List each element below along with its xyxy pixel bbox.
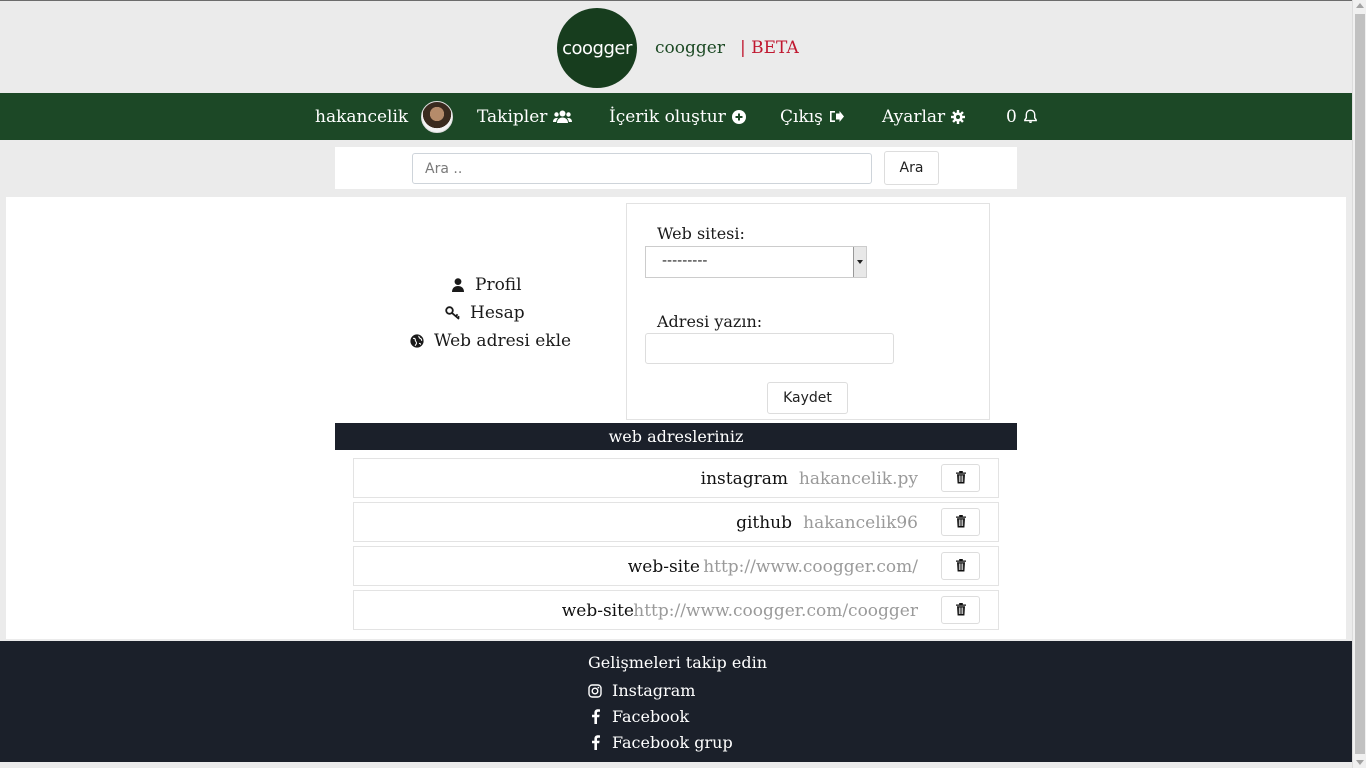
site-name: web-site bbox=[627, 557, 700, 577]
footer: Gelişmeleri takip edin Instagram Faceboo… bbox=[0, 641, 1352, 762]
menu-item-account[interactable]: Hesap bbox=[406, 299, 571, 327]
nav-username[interactable]: hakancelik bbox=[315, 93, 408, 140]
web-address-row: instagram hakancelik.py bbox=[353, 458, 999, 498]
avatar[interactable] bbox=[421, 101, 453, 133]
facebook-icon bbox=[588, 735, 602, 750]
nav-notifications[interactable]: 0 bbox=[1006, 93, 1038, 140]
nav-logout-label: Çıkış bbox=[780, 106, 823, 127]
bell-icon bbox=[1023, 109, 1038, 124]
trash-icon bbox=[955, 470, 967, 487]
web-address-row: github hakancelik96 bbox=[353, 502, 999, 542]
nav-settings[interactable]: Ayarlar bbox=[882, 93, 966, 140]
site-address[interactable]: hakancelik.py bbox=[799, 469, 918, 489]
search-input[interactable] bbox=[412, 153, 872, 184]
footer-link-label: Instagram bbox=[612, 681, 696, 700]
site-address[interactable]: http://www.coogger.com/coogger bbox=[633, 601, 918, 621]
site-name: github bbox=[736, 513, 792, 533]
footer-link-label: Facebook grup bbox=[612, 733, 733, 752]
add-web-form: Web sitesi: --------- Adresi yazın: Kayd… bbox=[626, 203, 990, 420]
nav-settings-label: Ayarlar bbox=[882, 106, 946, 127]
menu-item-add-web[interactable]: Web adresi ekle bbox=[406, 327, 571, 355]
scroll-up-icon[interactable] bbox=[1356, 3, 1364, 8]
delete-button[interactable] bbox=[941, 596, 980, 624]
trash-icon bbox=[955, 602, 967, 619]
sign-out-icon bbox=[829, 110, 844, 123]
logo[interactable]: coogger bbox=[557, 8, 637, 88]
facebook-icon bbox=[588, 709, 602, 724]
web-address-row: web-site http://www.coogger.com/ bbox=[353, 546, 999, 586]
menu-account-label: Hesap bbox=[470, 303, 525, 323]
nav-followers[interactable]: Takipler bbox=[477, 93, 573, 140]
main-navbar: hakancelik Takipler İçerik oluştur Çıkış… bbox=[0, 93, 1352, 140]
site-address[interactable]: http://www.coogger.com/ bbox=[703, 557, 918, 577]
nav-followers-label: Takipler bbox=[477, 106, 548, 127]
users-icon bbox=[553, 110, 573, 124]
nav-logout[interactable]: Çıkış bbox=[780, 93, 844, 140]
key-icon bbox=[444, 306, 462, 320]
vertical-scrollbar[interactable] bbox=[1352, 0, 1366, 768]
site-select-value: --------- bbox=[662, 253, 708, 269]
scrollbar-thumb[interactable] bbox=[1355, 14, 1365, 754]
delete-button[interactable] bbox=[941, 508, 980, 536]
page-bottom bbox=[0, 762, 1352, 768]
brand-name[interactable]: coogger bbox=[655, 38, 725, 58]
trash-icon bbox=[955, 514, 967, 531]
nav-create-label: İçerik oluştur bbox=[609, 106, 726, 127]
web-address-row: web-site http://www.coogger.com/coogger bbox=[353, 590, 999, 630]
search-bar: Ara bbox=[335, 147, 1017, 189]
footer-link-facebook-group[interactable]: Facebook grup bbox=[588, 733, 733, 752]
notifications-count: 0 bbox=[1006, 106, 1017, 127]
globe-icon bbox=[408, 334, 426, 348]
site-name: instagram bbox=[700, 469, 788, 489]
footer-link-facebook[interactable]: Facebook bbox=[588, 707, 689, 726]
save-button[interactable]: Kaydet bbox=[767, 382, 848, 414]
site-address[interactable]: hakancelik96 bbox=[803, 513, 918, 533]
delete-button[interactable] bbox=[941, 552, 980, 580]
footer-link-label: Facebook bbox=[612, 707, 690, 726]
brand-header: coogger coogger | BETA bbox=[0, 1, 1352, 93]
address-input[interactable] bbox=[645, 333, 894, 364]
site-select[interactable]: --------- bbox=[645, 246, 867, 278]
plus-circle-icon bbox=[731, 109, 746, 124]
nav-create-content[interactable]: İçerik oluştur bbox=[609, 93, 746, 140]
scroll-down-icon[interactable] bbox=[1356, 760, 1364, 765]
menu-item-profile[interactable]: Profil bbox=[406, 271, 571, 299]
search-button[interactable]: Ara bbox=[884, 151, 939, 185]
web-addresses-header: web adresleriniz bbox=[335, 423, 1017, 450]
site-label: Web sitesi: bbox=[657, 224, 745, 243]
delete-button[interactable] bbox=[941, 464, 980, 492]
trash-icon bbox=[955, 558, 967, 575]
user-icon bbox=[449, 278, 467, 292]
menu-profile-label: Profil bbox=[475, 275, 522, 295]
instagram-icon bbox=[588, 683, 602, 698]
logo-text: coogger bbox=[562, 37, 632, 59]
settings-menu: Profil Hesap Web adresi ekle bbox=[406, 271, 571, 355]
chevron-down-icon bbox=[853, 247, 866, 277]
address-label: Adresi yazın: bbox=[657, 312, 763, 331]
footer-link-instagram[interactable]: Instagram bbox=[588, 681, 695, 700]
main-content: Profil Hesap Web adresi ekle Web sitesi:… bbox=[6, 197, 1346, 639]
menu-add-web-label: Web adresi ekle bbox=[434, 331, 572, 351]
site-name: web-site bbox=[561, 601, 634, 621]
footer-title: Gelişmeleri takip edin bbox=[588, 653, 768, 672]
beta-label: | BETA bbox=[740, 38, 799, 58]
gear-icon bbox=[951, 109, 966, 124]
